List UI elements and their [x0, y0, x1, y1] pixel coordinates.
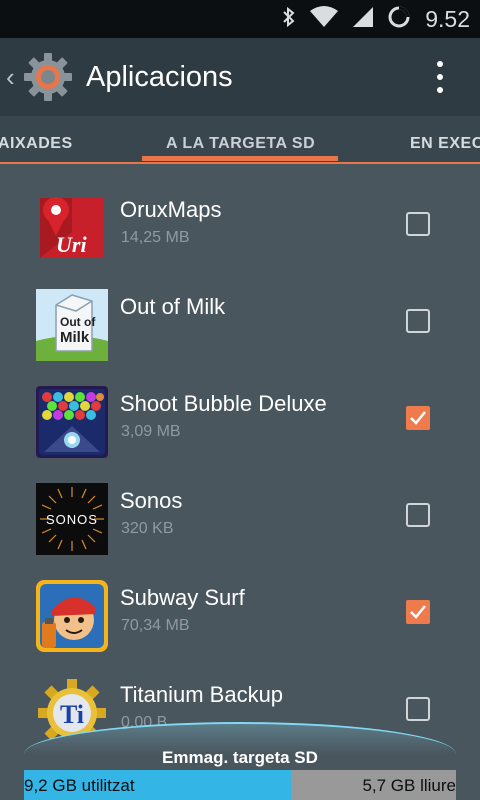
- svg-text:Milk: Milk: [60, 329, 90, 346]
- sonos-icon: SONOS: [36, 483, 108, 555]
- storage-used-text: 9,2 GB utilitzat: [24, 776, 135, 795]
- shoot-bubble-icon: [36, 386, 108, 458]
- settings-gear-icon[interactable]: [22, 51, 74, 103]
- page-title: Aplicacions: [86, 60, 233, 93]
- storage-summary: Emmag. targeta SD 9,2 GB utilitzat 5,7 G…: [0, 722, 480, 800]
- list-item[interactable]: Uri OruxMaps 14,25 MB: [0, 164, 480, 260]
- list-item[interactable]: SONOS Sonos 320 KB: [0, 455, 480, 555]
- overflow-menu-icon[interactable]: [420, 52, 460, 102]
- select-checkbox[interactable]: [406, 309, 430, 333]
- svg-text:Out of: Out of: [60, 315, 96, 329]
- select-checkbox[interactable]: [406, 697, 430, 721]
- check-icon: [410, 411, 426, 425]
- app-size: 70,34 MB: [121, 617, 190, 634]
- app-name: Out of Milk: [120, 294, 226, 319]
- tab-indicator: [142, 156, 338, 161]
- tab-downloaded[interactable]: AIXADES: [0, 116, 73, 162]
- tab-strip: AIXADES A LA TARGETA SD EN EXEC: [0, 116, 480, 164]
- app-name: OruxMaps: [120, 197, 222, 222]
- app-name: Titanium Backup: [120, 682, 284, 707]
- select-checkbox[interactable]: [406, 600, 430, 624]
- svg-text:SONOS: SONOS: [46, 512, 98, 527]
- check-icon: [410, 605, 426, 619]
- app-size: 3,09 MB: [121, 423, 181, 440]
- storage-label: Emmag. targeta SD: [162, 748, 318, 767]
- oruxmaps-icon: Uri: [36, 192, 108, 264]
- tab-running[interactable]: EN EXEC: [410, 116, 480, 162]
- out-of-milk-icon: Out of Milk: [36, 289, 108, 361]
- storage-bar: 9,2 GB utilitzat 5,7 GB lliure: [24, 770, 456, 800]
- app-name: Shoot Bubble Deluxe: [120, 391, 327, 416]
- signal-icon: [351, 5, 375, 34]
- select-checkbox[interactable]: [406, 212, 430, 236]
- storage-free-text: 5,7 GB lliure: [362, 776, 456, 795]
- list-item[interactable]: Subway Surf 70,34 MB: [0, 552, 480, 652]
- clock: 9.52: [425, 5, 470, 32]
- select-checkbox[interactable]: [406, 406, 430, 430]
- app-size: 320 KB: [121, 520, 174, 537]
- bluetooth-icon: [281, 5, 297, 34]
- list-item[interactable]: Out of Milk Out of Milk: [0, 261, 480, 361]
- app-name: Subway Surf: [120, 585, 245, 610]
- select-checkbox[interactable]: [406, 503, 430, 527]
- list-item[interactable]: Shoot Bubble Deluxe 3,09 MB: [0, 358, 480, 458]
- status-bar: 9.52: [0, 0, 480, 38]
- app-name: Sonos: [120, 488, 183, 513]
- svg-text:Uri: Uri: [56, 232, 87, 257]
- app-size: 14,25 MB: [121, 229, 190, 246]
- action-bar: ‹ Aplicacions: [0, 38, 480, 116]
- chevron-left-icon[interactable]: ‹: [6, 64, 20, 90]
- subway-surf-icon: [36, 580, 108, 652]
- wifi-icon: [309, 5, 339, 34]
- battery-charging-icon: [387, 5, 411, 34]
